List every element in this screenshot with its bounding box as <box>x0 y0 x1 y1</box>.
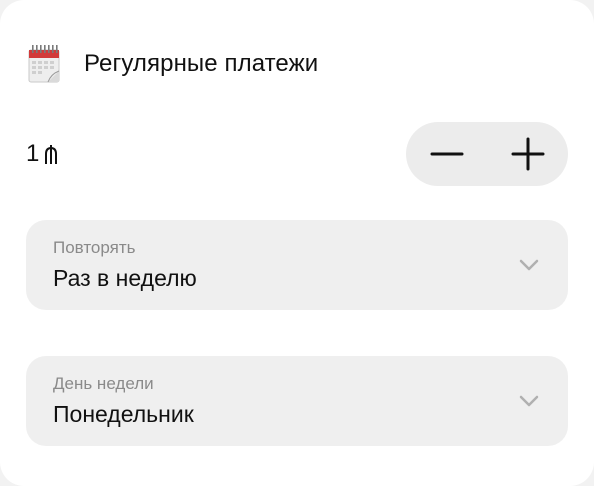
card-header: Регулярные платежи <box>26 44 318 84</box>
minus-icon <box>427 134 467 174</box>
repeat-select-value: Раз в неделю <box>53 265 197 291</box>
amount-value: 1 <box>26 140 40 167</box>
decrement-button[interactable] <box>427 134 467 174</box>
page-title: Регулярные платежи <box>84 50 319 77</box>
weekday-select-value: Понедельник <box>53 401 194 427</box>
amount-stepper <box>406 122 568 186</box>
weekday-select[interactable]: День недели Понедельник <box>26 356 568 446</box>
calendar-icon <box>26 44 62 84</box>
repeat-select-label: Повторять <box>53 238 136 257</box>
increment-button[interactable] <box>508 134 548 174</box>
chevron-down-icon <box>518 258 540 272</box>
repeat-select[interactable]: Повторять Раз в неделю <box>26 220 568 310</box>
dram-currency-icon <box>43 144 59 164</box>
weekday-select-label: День недели <box>53 374 154 393</box>
plus-icon <box>508 134 548 174</box>
chevron-down-icon <box>518 394 540 408</box>
regular-payments-card: Регулярные платежи 1 Повторять Раз в нед… <box>0 0 594 486</box>
amount-row: 1 <box>26 122 568 186</box>
amount-display: 1 <box>26 140 59 168</box>
